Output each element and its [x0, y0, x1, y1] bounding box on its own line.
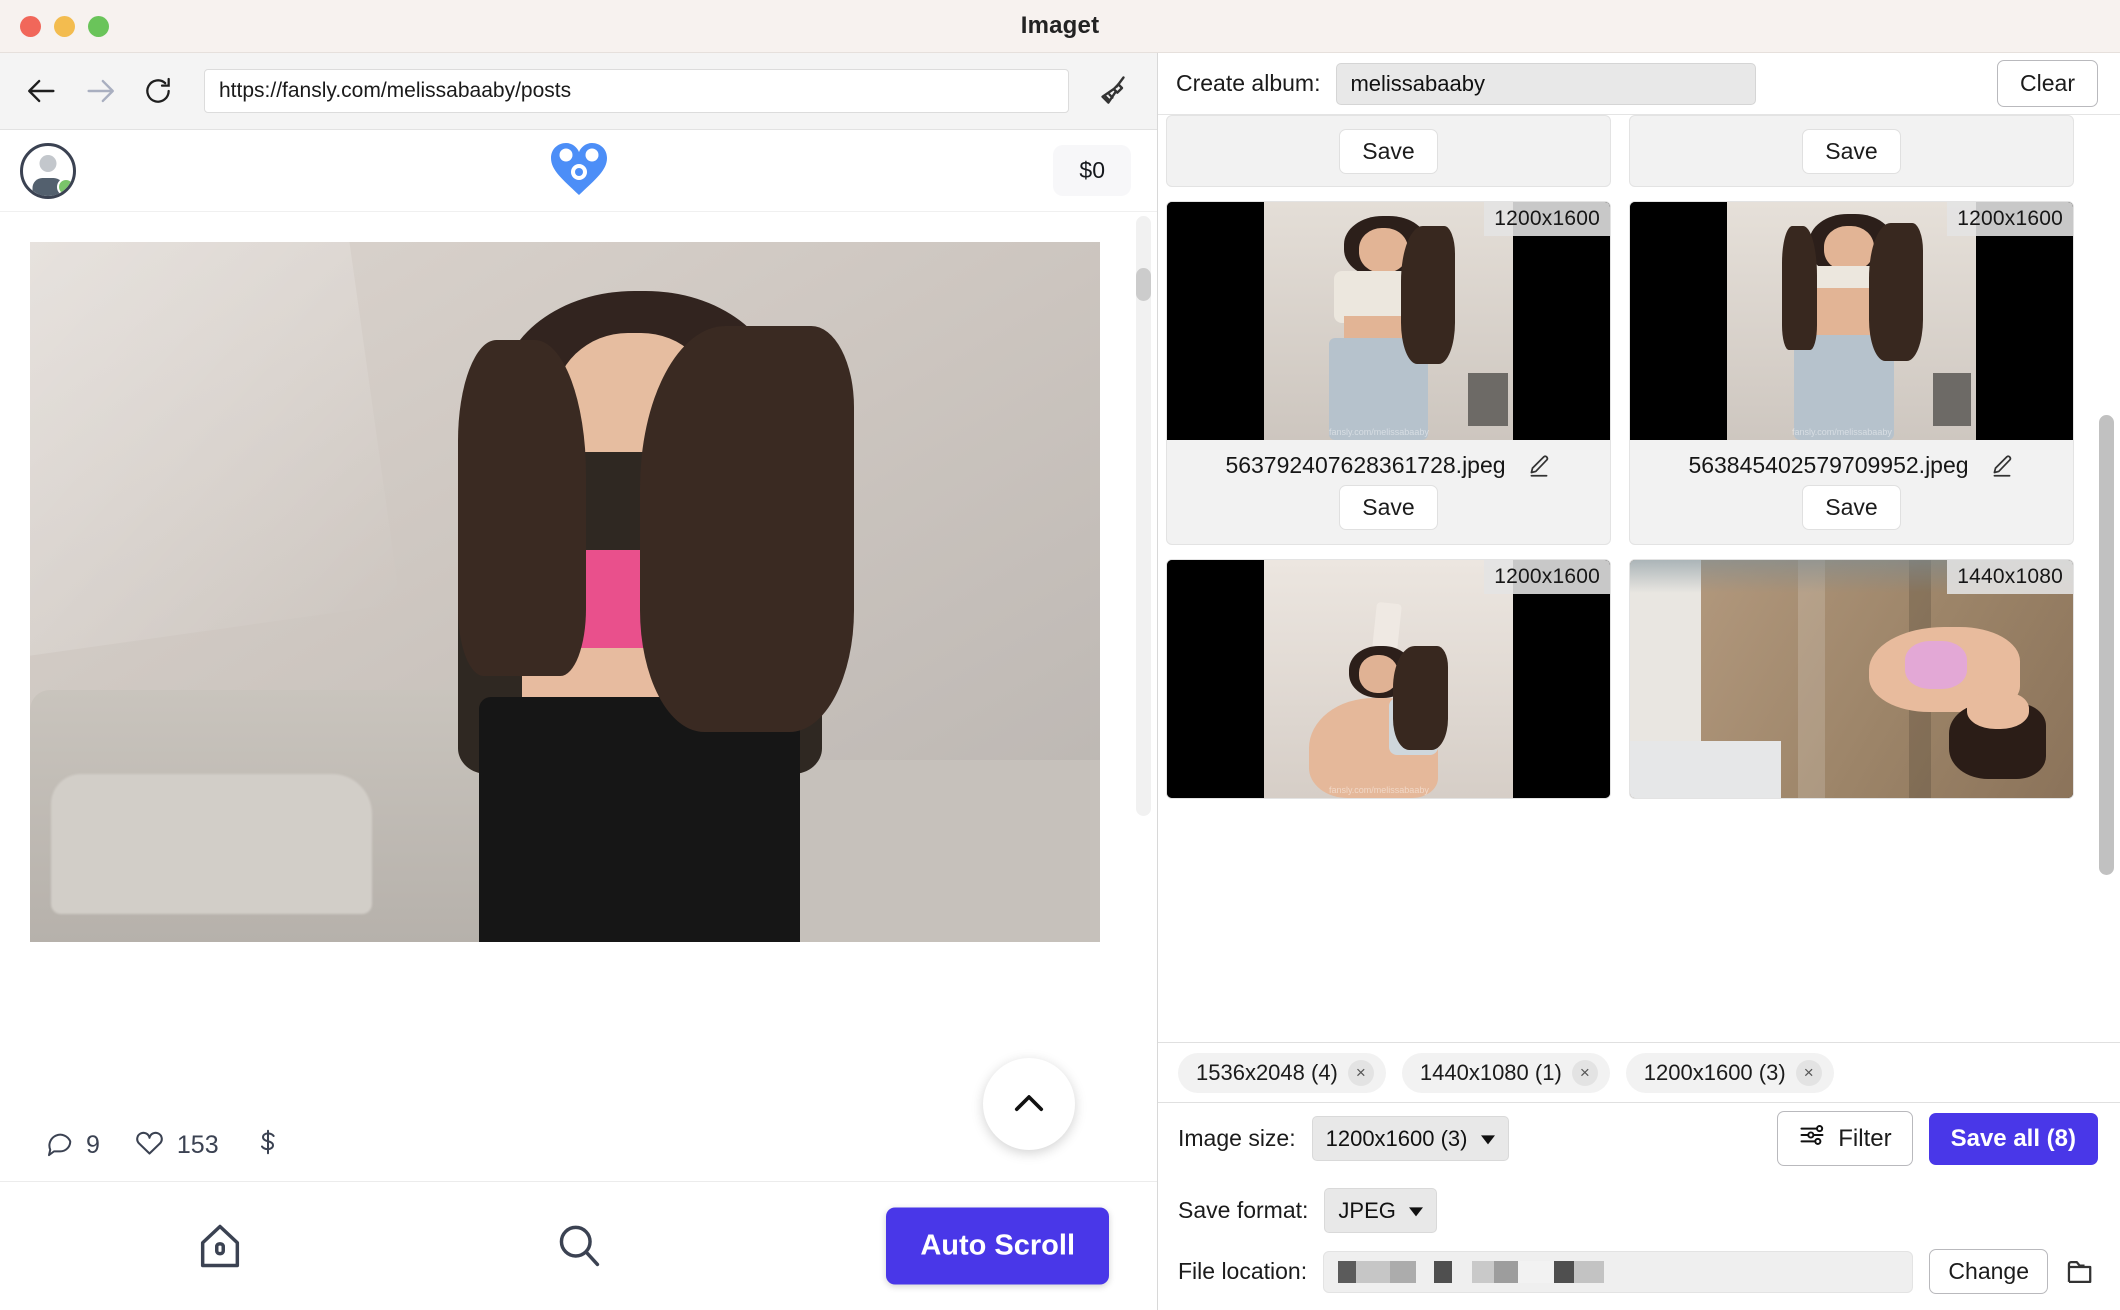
window-title: Imaget [1020, 12, 1100, 39]
comment-icon [44, 1127, 74, 1164]
webpage-viewport: $0 9 153 Auto Scroll [0, 130, 1157, 1310]
image-size-select-wrap: 1200x1600 (3) [1311, 1116, 1509, 1161]
save-image-button[interactable]: Save [1802, 128, 1901, 174]
panel-scrollbar[interactable] [2099, 415, 2114, 875]
filename-row: 563845402579709952.jpeg [1630, 440, 2073, 485]
file-location-row: File location: Change [1178, 1249, 2098, 1294]
output-settings: Save format: JPEG File location: Change [1158, 1174, 2120, 1310]
close-icon[interactable]: × [1571, 1059, 1598, 1086]
image-thumbnail[interactable]: 1440x1080 [1630, 560, 2073, 798]
image-card[interactable]: Save [1166, 115, 1611, 187]
downloader-panel: Create album: Clear Save Save [1158, 53, 2120, 1310]
sliders-icon [1798, 1121, 1826, 1156]
forward-icon[interactable] [82, 73, 118, 109]
back-icon[interactable] [24, 73, 60, 109]
save-format-row: Save format: JPEG [1178, 1188, 2098, 1233]
filename-row: 563792407628361728.jpeg [1167, 440, 1610, 485]
image-card[interactable]: fansly.com/melissabaaby 1200x1600 [1166, 559, 1611, 799]
window-titlebar: Imaget [0, 0, 2120, 53]
site-bottom-nav: Auto Scroll [0, 1182, 1157, 1310]
balance-badge[interactable]: $0 [1053, 145, 1131, 196]
image-size-select[interactable]: 1200x1600 (3) [1311, 1116, 1509, 1161]
online-status-dot [57, 177, 73, 196]
size-chip[interactable]: 1200x1600 (3) × [1625, 1052, 1834, 1093]
image-card[interactable]: fansly.com/melissabaaby 1200x1600 563792… [1166, 201, 1611, 545]
download-controls-row: Image size: 1200x1600 (3) Filter Save al… [1158, 1102, 2120, 1174]
save-image-button[interactable]: Save [1802, 485, 1901, 530]
image-size-badge: 1440x1080 [1947, 560, 2073, 594]
auto-scroll-button[interactable]: Auto Scroll [886, 1207, 1109, 1285]
webpage-scrollbar[interactable] [1136, 216, 1151, 816]
filter-button[interactable]: Filter [1777, 1111, 1913, 1166]
app-body: $0 [0, 53, 2120, 1310]
comment-stat[interactable]: 9 [44, 1127, 100, 1164]
broom-icon[interactable] [1091, 69, 1135, 113]
post-image [30, 242, 1100, 942]
webpage-scrollbar-thumb[interactable] [1136, 268, 1151, 301]
image-size-badge: 1200x1600 [1947, 202, 2073, 236]
image-filename: 563792407628361728.jpeg [1225, 452, 1506, 478]
save-format-label: Save format: [1178, 1197, 1309, 1223]
embedded-browser-pane: $0 [0, 53, 1158, 1310]
heart-icon [134, 1127, 165, 1165]
album-name-input[interactable] [1336, 62, 1757, 105]
pencil-icon[interactable] [1526, 453, 1552, 479]
size-chip-label: 1200x1600 (3) [1643, 1059, 1786, 1085]
image-thumbnail[interactable]: fansly.com/melissabaaby 1200x1600 [1167, 560, 1610, 798]
image-size-label: Image size: [1178, 1125, 1296, 1151]
image-size-badge: 1200x1600 [1484, 202, 1610, 236]
file-location-field[interactable] [1323, 1250, 1914, 1293]
image-card[interactable]: fansly.com/melissabaaby 1200x1600 563845… [1629, 201, 2074, 545]
image-grid-scroll-area[interactable]: Save Save fansly.com/melissabaaby 1200x1… [1158, 115, 2120, 1042]
filter-button-label: Filter [1838, 1124, 1892, 1152]
file-location-label: File location: [1178, 1258, 1308, 1284]
panel-scrollbar-thumb[interactable] [2099, 415, 2114, 875]
save-format-select[interactable]: JPEG [1324, 1188, 1438, 1233]
create-album-label: Create album: [1176, 70, 1321, 96]
home-icon[interactable] [194, 1220, 246, 1272]
size-chip-label: 1536x2048 (4) [1196, 1059, 1338, 1085]
image-card[interactable]: 1440x1080 [1629, 559, 2074, 799]
scroll-to-top-button[interactable] [983, 1058, 1075, 1150]
like-count: 153 [176, 1131, 219, 1159]
imaget-app-window: Imaget https://fansly.com/melissabaaby/p… [0, 0, 2120, 1310]
fansly-heart-logo [548, 139, 610, 202]
image-size-badge: 1200x1600 [1484, 560, 1610, 594]
site-header: $0 [0, 130, 1157, 212]
user-avatar-icon[interactable] [20, 142, 76, 199]
size-chip-label: 1440x1080 (1) [1419, 1059, 1562, 1085]
image-filename: 563845402579709952.jpeg [1688, 452, 1969, 478]
close-icon[interactable]: × [1795, 1059, 1822, 1086]
change-location-button[interactable]: Change [1929, 1249, 2048, 1294]
tip-stat[interactable] [253, 1127, 295, 1164]
reload-icon[interactable] [140, 73, 176, 109]
save-image-button[interactable]: Save [1339, 485, 1438, 530]
close-icon[interactable]: × [1347, 1059, 1374, 1086]
clear-button[interactable]: Clear [1997, 60, 2098, 107]
save-format-select-wrap: JPEG [1324, 1188, 1438, 1233]
dollar-icon [253, 1127, 283, 1164]
image-thumbnail[interactable]: fansly.com/melissabaaby 1200x1600 [1167, 202, 1610, 440]
search-icon[interactable] [553, 1220, 605, 1272]
create-album-row: Create album: Clear [1158, 53, 2120, 115]
size-filter-chips: 1536x2048 (4) × 1440x1080 (1) × 1200x160… [1158, 1042, 2120, 1102]
folder-open-icon[interactable] [2064, 1255, 2098, 1289]
size-chip[interactable]: 1440x1080 (1) × [1401, 1052, 1610, 1093]
image-thumbnail[interactable]: fansly.com/melissabaaby 1200x1600 [1630, 202, 2073, 440]
like-stat[interactable]: 153 [134, 1127, 219, 1165]
size-chip[interactable]: 1536x2048 (4) × [1178, 1052, 1386, 1093]
save-image-button[interactable]: Save [1339, 128, 1438, 174]
post-stats-bar: 9 153 [0, 1110, 1157, 1182]
pencil-icon[interactable] [1989, 453, 2015, 479]
browser-toolbar [0, 53, 1157, 130]
image-card-grid: Save Save fansly.com/melissabaaby 1200x1… [1166, 115, 2100, 799]
comment-count: 9 [86, 1131, 100, 1159]
url-input[interactable] [204, 69, 1069, 113]
image-card[interactable]: Save [1629, 115, 2074, 187]
save-all-button[interactable]: Save all (8) [1928, 1112, 2098, 1165]
